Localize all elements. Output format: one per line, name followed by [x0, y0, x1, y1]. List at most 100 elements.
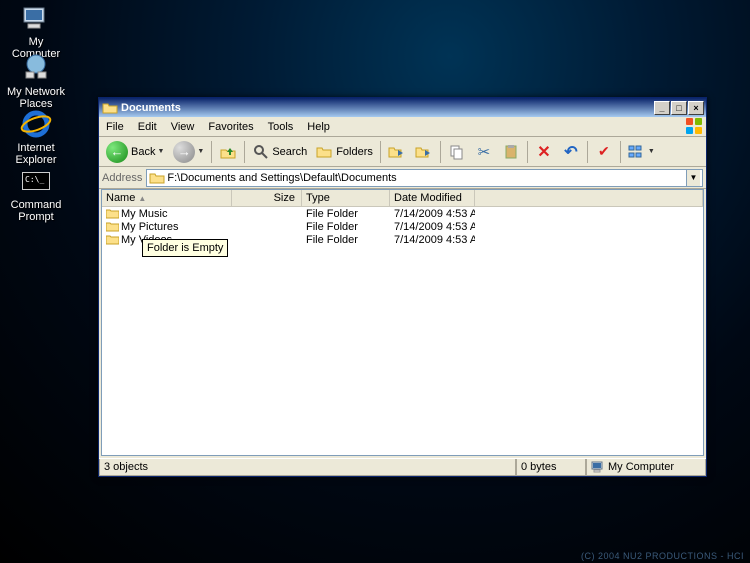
- menu-edit[interactable]: Edit: [131, 119, 164, 135]
- properties-button[interactable]: ✔: [591, 140, 617, 164]
- separator: [380, 141, 381, 163]
- forward-arrow-icon: →: [173, 141, 195, 163]
- cut-icon: ✂: [475, 143, 493, 161]
- tooltip: Folder is Empty: [142, 239, 228, 257]
- paste-icon: [502, 143, 520, 161]
- folder-icon: [106, 234, 119, 245]
- copy-to-button[interactable]: [411, 140, 437, 164]
- addressbar: Address F:\Documents and Settings\Defaul…: [99, 167, 706, 189]
- back-arrow-icon: ←: [106, 141, 128, 163]
- paste-button[interactable]: [498, 140, 524, 164]
- address-label: Address: [102, 172, 142, 184]
- delete-button[interactable]: ✕: [531, 140, 557, 164]
- column-type[interactable]: Type: [302, 190, 390, 206]
- sort-asc-icon: ▲: [138, 194, 146, 203]
- back-label: Back: [131, 146, 155, 158]
- copy-to-icon: [415, 143, 433, 161]
- titlebar[interactable]: Documents _ □ ×: [99, 98, 706, 117]
- watermark: (C) 2004 NU2 PRODUCTIONS - HCI: [581, 551, 744, 561]
- menu-file[interactable]: File: [99, 119, 131, 135]
- separator: [587, 141, 588, 163]
- folders-label: Folders: [336, 146, 373, 158]
- desktop-icon-label: My NetworkPlaces: [4, 86, 68, 110]
- window-title: Documents: [121, 102, 654, 114]
- up-folder-icon: [219, 143, 237, 161]
- address-path: F:\Documents and Settings\Default\Docume…: [167, 172, 686, 184]
- toolbar: ← Back ▼ → ▼ Search Folders ✂ ✕ ↶: [99, 137, 706, 167]
- folder-icon: [149, 171, 165, 185]
- address-dropdown-button[interactable]: ▼: [686, 170, 700, 186]
- menu-help[interactable]: Help: [300, 119, 337, 135]
- windows-logo-icon: [686, 118, 704, 136]
- item-date: 7/14/2009 4:53 AM: [390, 208, 475, 220]
- forward-button[interactable]: → ▼: [169, 140, 208, 164]
- cut-button[interactable]: ✂: [471, 140, 497, 164]
- desktop-icon-command-prompt[interactable]: C:\_ CommandPrompt: [4, 165, 68, 223]
- folders-button[interactable]: Folders: [312, 140, 377, 164]
- copy-icon: [448, 143, 466, 161]
- properties-icon: ✔: [595, 143, 613, 161]
- separator: [527, 141, 528, 163]
- maximize-button[interactable]: □: [671, 101, 687, 115]
- views-icon: [628, 143, 646, 161]
- column-date[interactable]: Date Modified: [390, 190, 475, 206]
- search-button[interactable]: Search: [248, 140, 311, 164]
- folder-icon: [106, 208, 119, 219]
- views-button[interactable]: ▼: [624, 140, 659, 164]
- item-type: File Folder: [302, 234, 390, 246]
- status-objects: 3 objects: [99, 459, 516, 476]
- delete-icon: ✕: [535, 143, 553, 161]
- statusbar: 3 objects 0 bytes My Computer: [99, 458, 706, 476]
- separator: [440, 141, 441, 163]
- folder-icon: [102, 100, 118, 116]
- list-item[interactable]: My Pictures File Folder 7/14/2009 4:53 A…: [102, 220, 703, 233]
- dropdown-icon: ▼: [648, 148, 655, 155]
- address-field[interactable]: F:\Documents and Settings\Default\Docume…: [146, 169, 703, 187]
- computer-icon: [20, 2, 52, 34]
- menu-view[interactable]: View: [164, 119, 202, 135]
- network-icon: [20, 52, 52, 84]
- separator: [244, 141, 245, 163]
- move-to-button[interactable]: [384, 140, 410, 164]
- separator: [211, 141, 212, 163]
- item-name: My Music: [121, 208, 167, 220]
- file-rows[interactable]: My Music File Folder 7/14/2009 4:53 AM M…: [102, 207, 703, 455]
- item-date: 7/14/2009 4:53 AM: [390, 234, 475, 246]
- desktop-icon-my-network-places[interactable]: My NetworkPlaces: [4, 52, 68, 110]
- search-label: Search: [272, 146, 307, 158]
- item-name: My Pictures: [121, 221, 178, 233]
- move-to-icon: [388, 143, 406, 161]
- status-location: My Computer: [586, 459, 706, 476]
- dropdown-icon: ▼: [197, 148, 204, 155]
- back-button[interactable]: ← Back ▼: [102, 140, 168, 164]
- close-button[interactable]: ×: [688, 101, 704, 115]
- status-bytes: 0 bytes: [516, 459, 586, 476]
- undo-icon: ↶: [562, 143, 580, 161]
- dropdown-icon: ▼: [157, 148, 164, 155]
- search-icon: [252, 143, 270, 161]
- menu-favorites[interactable]: Favorites: [201, 119, 260, 135]
- folders-icon: [316, 143, 334, 161]
- ie-icon: [20, 108, 52, 140]
- column-size[interactable]: Size: [232, 190, 302, 206]
- listview: Name▲ Size Type Date Modified My Music F…: [101, 189, 704, 456]
- column-filler: [475, 190, 703, 206]
- folder-icon: [106, 221, 119, 232]
- column-name[interactable]: Name▲: [102, 190, 232, 206]
- desktop-icon-internet-explorer[interactable]: InternetExplorer: [4, 108, 68, 166]
- item-type: File Folder: [302, 208, 390, 220]
- desktop-icon-label: CommandPrompt: [4, 199, 68, 223]
- computer-icon: [591, 460, 605, 474]
- menubar: File Edit View Favorites Tools Help: [99, 117, 706, 137]
- up-button[interactable]: [215, 140, 241, 164]
- menu-tools[interactable]: Tools: [261, 119, 301, 135]
- copy-button[interactable]: [444, 140, 470, 164]
- column-headers: Name▲ Size Type Date Modified: [102, 190, 703, 207]
- minimize-button[interactable]: _: [654, 101, 670, 115]
- desktop-icon-label: InternetExplorer: [4, 142, 68, 166]
- item-type: File Folder: [302, 221, 390, 233]
- list-item[interactable]: My Music File Folder 7/14/2009 4:53 AM: [102, 207, 703, 220]
- undo-button[interactable]: ↶: [558, 140, 584, 164]
- separator: [620, 141, 621, 163]
- item-date: 7/14/2009 4:53 AM: [390, 221, 475, 233]
